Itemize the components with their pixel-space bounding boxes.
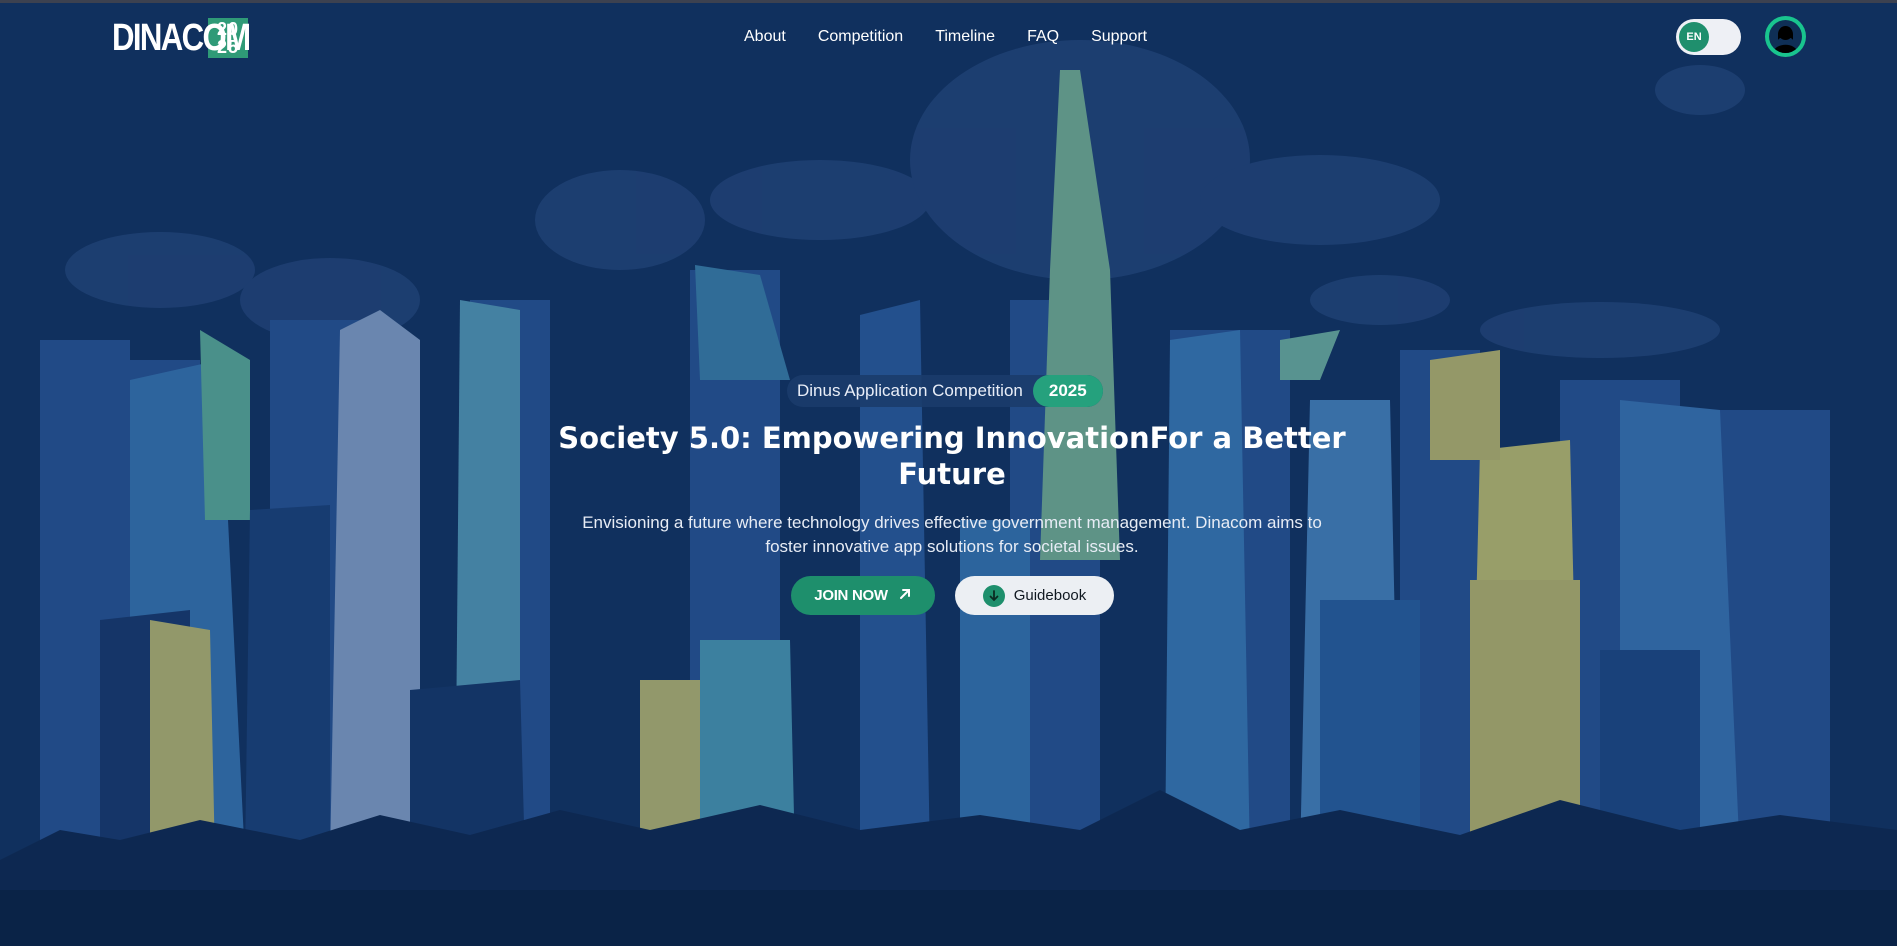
logo[interactable]: DINACOM 20 25 [112,17,251,59]
nav-competition[interactable]: Competition [818,25,903,49]
arrow-up-right-icon [898,587,912,605]
user-icon [1769,20,1802,53]
user-avatar[interactable] [1765,16,1806,57]
nav-support[interactable]: Support [1091,25,1147,49]
hero-description: Envisioning a future where technology dr… [582,513,1322,556]
event-badge-text: Dinus Application Competition [797,381,1023,400]
language-knob: EN [1679,22,1709,52]
nav-timeline[interactable]: Timeline [935,25,995,49]
main-nav: About Competition Timeline FAQ Support [744,25,1179,49]
nav-faq[interactable]: FAQ [1027,25,1059,49]
guidebook-label: Guidebook [1013,587,1087,604]
join-now-button[interactable]: JOIN NOW [791,576,935,615]
event-badge: Dinus Application Competition 2025 [787,375,1103,407]
nav-about[interactable]: About [744,25,786,49]
site-header: DINACOM 20 25 About Competition Timeline… [0,3,1897,69]
guidebook-button[interactable]: Guidebook [955,576,1114,615]
download-icon [982,584,1005,607]
hero-headline: Society 5.0: Empowering InnovationFor a … [558,421,1346,491]
top-border [0,0,1897,3]
event-badge-year: 2025 [1032,375,1103,407]
hero-section: Dinus Application Competition 2025 Socie… [0,0,1897,946]
logo-wordmark: DINACOM [112,17,251,59]
join-now-label: JOIN NOW [814,587,888,604]
language-toggle[interactable]: EN [1676,19,1741,55]
